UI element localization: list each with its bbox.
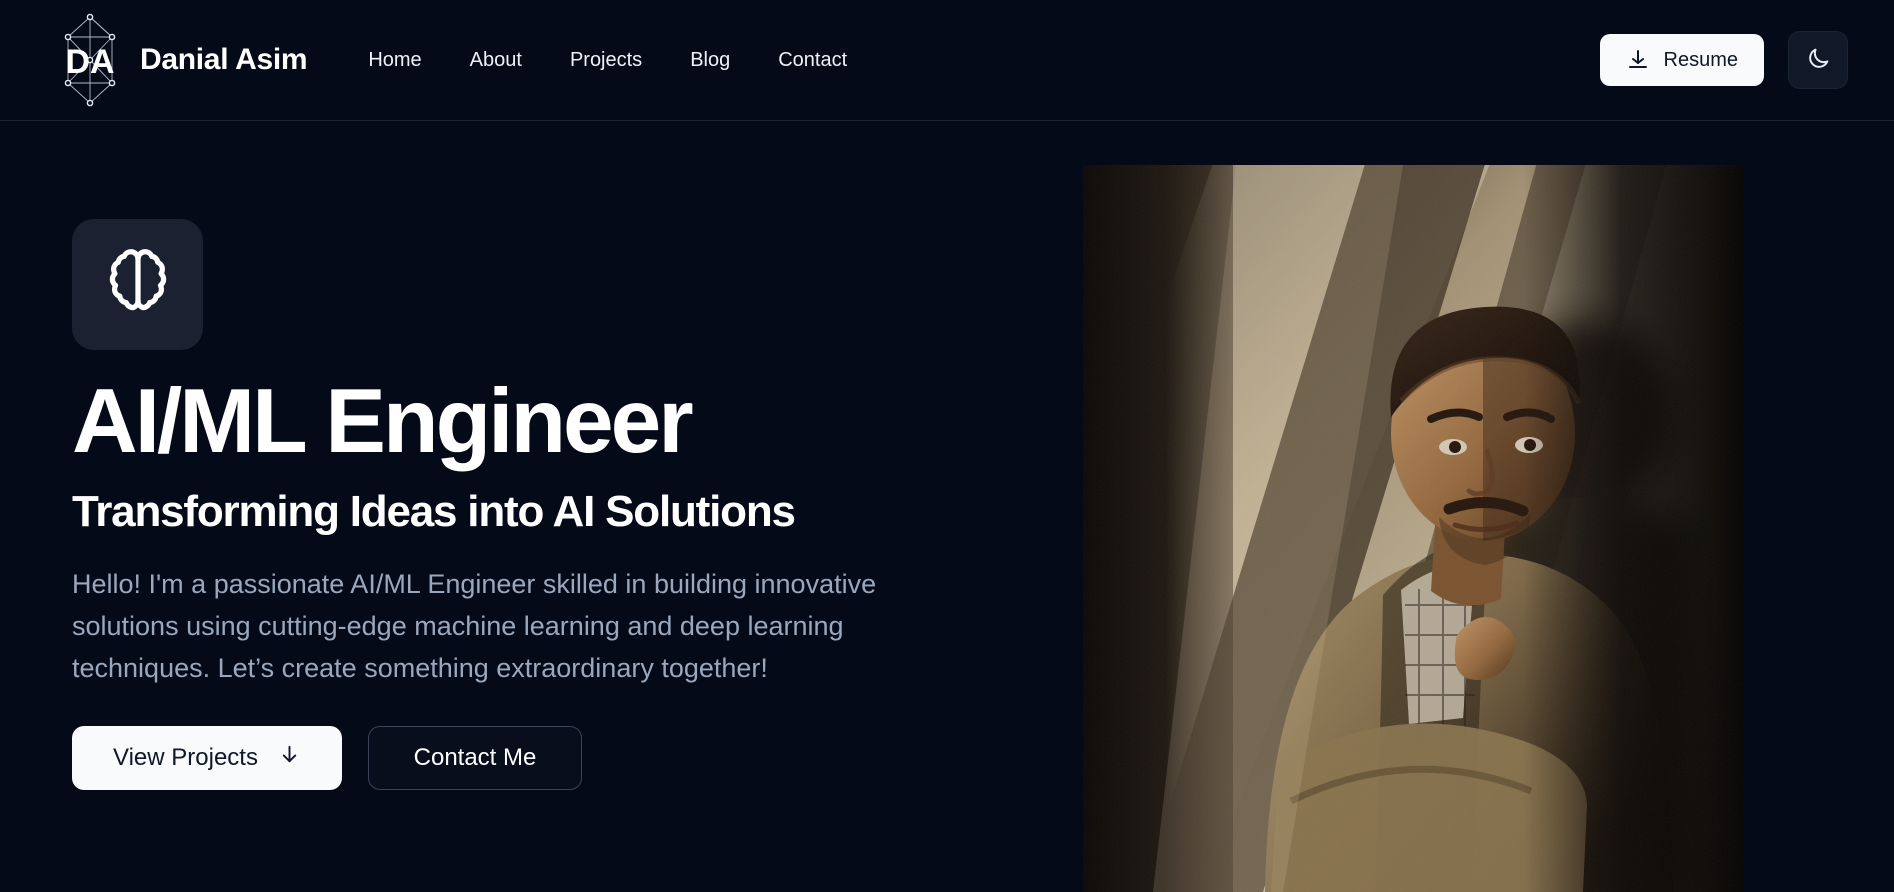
resume-button-label: Resume	[1663, 48, 1738, 71]
moon-icon	[1806, 46, 1831, 74]
main-nav: Home About Projects Blog Contact	[344, 41, 871, 80]
view-projects-label: View Projects	[113, 743, 258, 771]
nav-link-home[interactable]: Home	[344, 41, 445, 80]
arrow-down-icon	[278, 743, 301, 773]
contact-me-label: Contact Me	[413, 743, 537, 771]
page-title: AI/ML Engineer	[72, 371, 694, 472]
brand[interactable]: DA Danial Asim	[56, 13, 308, 107]
theme-toggle-button[interactable]	[1788, 31, 1848, 89]
hero-subtitle: Transforming Ideas into AI Solutions	[72, 487, 796, 536]
hero-portrait-image	[1083, 165, 1743, 892]
svg-text:DA: DA	[65, 43, 114, 81]
brain-icon	[101, 245, 175, 324]
download-icon	[1626, 48, 1650, 72]
header-actions: Resume	[1599, 31, 1848, 89]
contact-me-button[interactable]: Contact Me	[368, 725, 582, 790]
hero-description: Hello! I'm a passionate AI/ML Engineer s…	[72, 569, 877, 684]
hero-section: AI/ML Engineer Transforming Ideas into A…	[0, 121, 1894, 892]
brand-name: Danial Asim	[140, 43, 308, 76]
nav-link-blog[interactable]: Blog	[666, 41, 754, 80]
hero-content: AI/ML Engineer Transforming Ideas into A…	[72, 121, 1002, 790]
hero-actions: View Projects Contact Me	[72, 725, 1002, 790]
nav-link-projects[interactable]: Projects	[546, 41, 666, 80]
view-projects-button[interactable]: View Projects	[72, 725, 342, 790]
resume-button[interactable]: Resume	[1599, 34, 1764, 86]
nav-link-contact[interactable]: Contact	[754, 41, 871, 80]
da-monogram-network-logo: DA	[56, 13, 124, 107]
hero-badge	[72, 219, 203, 350]
site-header: DA Danial Asim Home About Projects Blog …	[0, 0, 1894, 121]
nav-link-about[interactable]: About	[446, 41, 546, 80]
